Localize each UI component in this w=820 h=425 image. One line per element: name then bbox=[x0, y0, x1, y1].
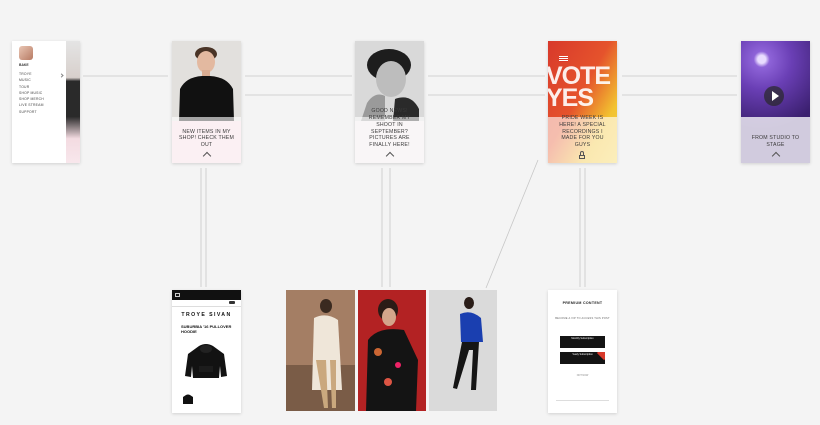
status-bar bbox=[548, 41, 617, 45]
gallery-illustration-3 bbox=[429, 290, 497, 411]
footer-divider bbox=[556, 400, 609, 401]
hoodie-icon bbox=[185, 344, 227, 378]
status-bar bbox=[172, 41, 241, 45]
gallery-photo-3[interactable] bbox=[429, 290, 497, 411]
shop-tabs bbox=[172, 300, 241, 307]
feed-caption: GOOD NEWS! REMEMBER MY SHOOT IN SEPTEMBE… bbox=[368, 108, 411, 149]
connector bbox=[485, 159, 539, 289]
feed-caption: PRIDE WEEK IS HERE! A SPECIAL RECORDINGS… bbox=[559, 115, 606, 149]
not-now-link[interactable]: NOT NOW bbox=[548, 374, 617, 377]
menu-list: TROYE MUSIC TOUR SHOP MUSIC SHOP MERCH L… bbox=[19, 71, 44, 115]
shop-screen: TROYE SIVAN SUBURBIA '16 PULLOVER HOODIE bbox=[172, 290, 241, 413]
feed-screen-pride[interactable]: VOTE YES PRIDE WEEK IS HERE! A SPECIAL R… bbox=[548, 41, 617, 163]
menu-item-live-stream[interactable]: LIVE STREAM bbox=[19, 102, 44, 108]
premium-screen: PREMIUM CONTENT BECOME A VIP TO ACCESS T… bbox=[548, 290, 617, 413]
product-title: SUBURBIA '16 PULLOVER HOODIE bbox=[181, 324, 232, 334]
lock-icon[interactable] bbox=[579, 151, 585, 159]
menu-peek-photo bbox=[66, 41, 80, 163]
feed-caption: FROM STUDIO TO STAGE bbox=[751, 135, 800, 149]
feed-screen-shop[interactable]: NEW ITEMS IN MY SHOP! CHECK THEM OUT bbox=[172, 41, 241, 163]
chevron-right-icon bbox=[59, 73, 64, 78]
premium-title: PREMIUM CONTENT bbox=[562, 301, 603, 305]
menu-item-support[interactable]: SUPPORT bbox=[19, 109, 44, 115]
close-icon[interactable] bbox=[175, 293, 180, 297]
status-bar bbox=[741, 41, 810, 45]
poster-text: VOTE YES bbox=[548, 62, 611, 112]
yearly-subscription-button[interactable]: Yearly Subscription bbox=[560, 352, 605, 364]
feed-screen-shoot[interactable]: GOOD NEWS! REMEMBER MY SHOOT IN SEPTEMBE… bbox=[355, 41, 424, 163]
menu-name: BAKE bbox=[19, 63, 29, 67]
gallery-illustration-2 bbox=[358, 290, 426, 411]
menu-panel: BAKE TROYE MUSIC TOUR SHOP MUSIC SHOP ME… bbox=[12, 41, 66, 163]
status-bar bbox=[355, 41, 424, 45]
monthly-subscription-button[interactable]: Monthly Subscription bbox=[560, 336, 605, 348]
cart-icon[interactable] bbox=[229, 301, 235, 304]
play-button[interactable] bbox=[764, 86, 784, 106]
hoodie-thumbnail-icon[interactable] bbox=[182, 394, 194, 406]
menu-screen: BAKE TROYE MUSIC TOUR SHOP MUSIC SHOP ME… bbox=[12, 41, 80, 163]
feed-caption: NEW ITEMS IN MY SHOP! CHECK THEM OUT bbox=[179, 128, 234, 149]
gallery-photo-2[interactable] bbox=[358, 290, 426, 411]
gallery-illustration-1 bbox=[286, 290, 355, 411]
option-label: Monthly Subscription bbox=[571, 337, 594, 340]
flag-icon bbox=[559, 56, 568, 62]
premium-subtitle: BECOME A VIP TO ACCESS THIS POST bbox=[555, 317, 610, 320]
shop-topbar bbox=[172, 290, 241, 300]
feed-screen-stage[interactable]: FROM STUDIO TO STAGE bbox=[741, 41, 810, 163]
shop-brand: TROYE SIVAN bbox=[181, 312, 232, 318]
gallery-photo-1[interactable] bbox=[286, 290, 355, 411]
avatar-icon bbox=[19, 46, 33, 60]
best-value-badge bbox=[596, 352, 605, 361]
play-icon bbox=[772, 91, 779, 101]
